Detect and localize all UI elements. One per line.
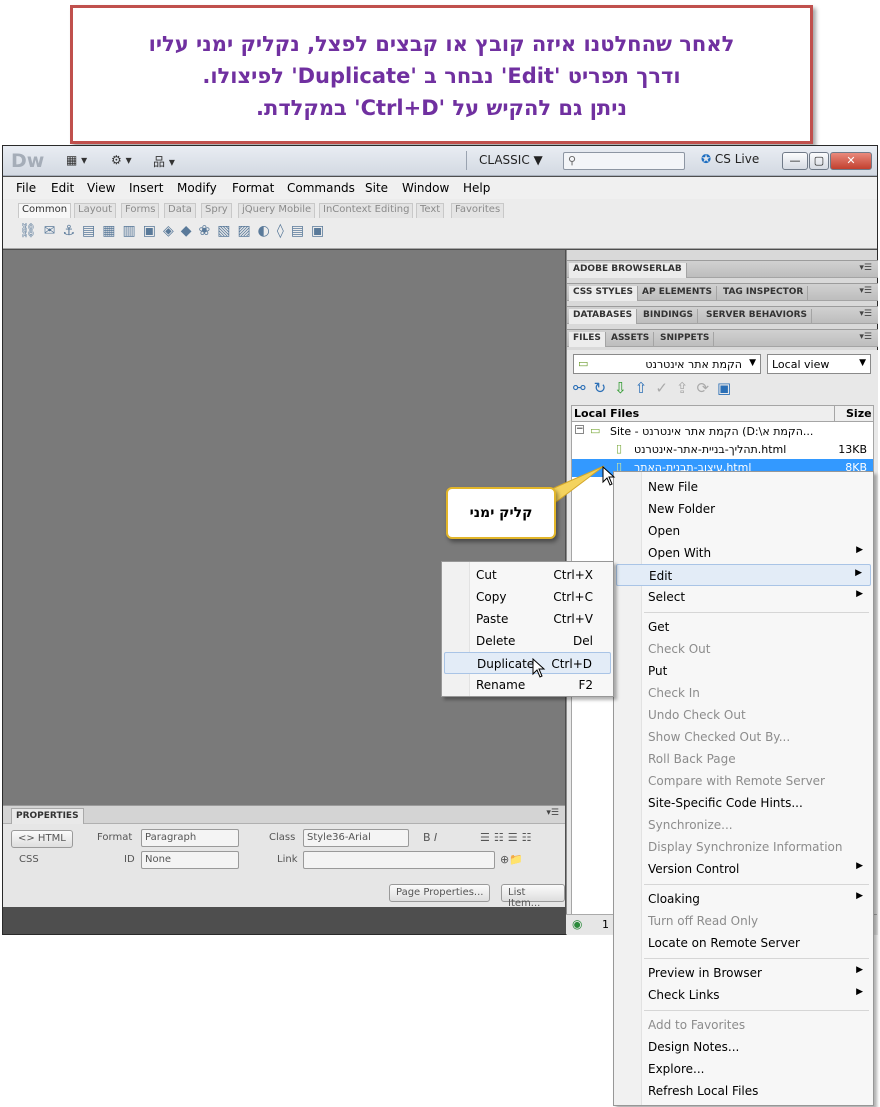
menu-item-design-notes[interactable]: Design Notes... [616, 1036, 871, 1058]
submenu-item-copy[interactable]: Copy Ctrl+C [444, 586, 611, 608]
menu-item-check-in: Check In [648, 686, 700, 700]
menu-item-refresh-local[interactable]: Refresh Local Files [616, 1080, 871, 1102]
shortcut-label: Ctrl+D [551, 657, 592, 671]
menu-item-locate-remote[interactable]: Locate on Remote Server [616, 932, 871, 954]
shortcut-label: Ctrl+C [553, 590, 593, 604]
submenu-item-rename[interactable]: Rename F2 [444, 674, 611, 696]
chevron-right-icon: ▶ [856, 891, 863, 901]
menu-item-turn-off-read-only: Turn off Read Only [648, 914, 759, 928]
right-click-balloon: קליק ימני [446, 487, 556, 539]
menu-item-compare-remote: Compare with Remote Server [648, 774, 825, 788]
chevron-right-icon: ▶ [856, 545, 863, 555]
edit-submenu: Cut Ctrl+X Copy Ctrl+C Paste Ctrl+V Delete D… [441, 561, 614, 697]
shortcut-label: Del [573, 634, 593, 648]
menu-item-cloaking[interactable]: Cloaking ▶ [616, 888, 871, 910]
menu-separator [644, 1010, 869, 1011]
context-menu: New File New Folder Open Open With ▶ Edit… [613, 471, 874, 1106]
menu-item-new-file[interactable]: New File [616, 476, 871, 498]
menu-separator [644, 884, 869, 885]
menu-separator [644, 958, 869, 959]
submenu-item-delete[interactable]: Delete Del [444, 630, 611, 652]
mouse-cursor-icon [532, 658, 546, 678]
menu-item-check-links[interactable]: Check Links ▶ [616, 984, 871, 1006]
menu-item-put[interactable]: Put [616, 660, 871, 682]
menu-item-open-with[interactable]: Open With ▶ [616, 542, 871, 564]
mouse-cursor-icon [602, 466, 616, 486]
chevron-right-icon: ▶ [855, 568, 862, 578]
menu-item-new-folder[interactable]: New Folder [616, 498, 871, 520]
menu-item-edit[interactable]: Edit ▶ [616, 564, 871, 586]
submenu-item-paste[interactable]: Paste Ctrl+V [444, 608, 611, 630]
chevron-right-icon: ▶ [856, 861, 863, 871]
submenu-item-cut[interactable]: Cut Ctrl+X [444, 564, 611, 586]
chevron-right-icon: ▶ [856, 987, 863, 997]
shortcut-label: Ctrl+V [553, 612, 593, 626]
menu-item-check-out: Check Out [648, 642, 711, 656]
menu-item-get[interactable]: Get [616, 616, 871, 638]
menu-item-synchronize: Synchronize... [648, 818, 733, 832]
chevron-right-icon: ▶ [856, 965, 863, 975]
shortcut-label: F2 [578, 678, 593, 692]
shortcut-label: Ctrl+X [553, 568, 593, 582]
menu-item-version-control[interactable]: Version Control ▶ [616, 858, 871, 880]
menu-item-roll-back-page: Roll Back Page [648, 752, 736, 766]
menu-separator [644, 612, 869, 613]
chevron-right-icon: ▶ [856, 589, 863, 599]
menu-item-add-favorites: Add to Favorites [648, 1018, 746, 1032]
menu-item-display-sync-info: Display Synchronize Information [648, 840, 843, 854]
submenu-item-duplicate[interactable]: Duplicate Ctrl+D [444, 652, 611, 674]
menu-item-undo-check-out: Undo Check Out [648, 708, 746, 722]
menu-item-preview-browser[interactable]: Preview in Browser ▶ [616, 962, 871, 984]
menu-item-code-hints[interactable]: Site-Specific Code Hints... [616, 792, 871, 814]
menu-item-explore[interactable]: Explore... [616, 1058, 871, 1080]
menu-item-show-checked-out-by: Show Checked Out By... [648, 730, 791, 744]
menu-item-open[interactable]: Open [616, 520, 871, 542]
menu-item-select[interactable]: Select ▶ [616, 586, 871, 608]
